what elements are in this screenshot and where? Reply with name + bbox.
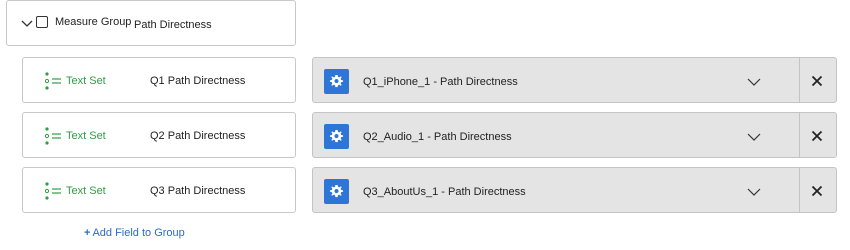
gear-icon [329, 74, 344, 88]
mapping-value: Q2_Audio_1 - Path Directness [363, 131, 512, 143]
close-icon[interactable] [811, 185, 823, 197]
mapping-value: Q1_iPhone_1 - Path Directness [363, 76, 518, 88]
field-row-1[interactable]: Text Set Q1 Path Directness [22, 57, 296, 103]
chevron-down-icon[interactable] [747, 76, 761, 88]
gear-icon [329, 184, 344, 198]
field-type-label: Text Set [66, 185, 106, 197]
chevron-down-icon[interactable] [20, 16, 34, 30]
measure-group-header[interactable]: Measure Group Path Directness [6, 0, 296, 46]
chevron-down-icon[interactable] [747, 186, 761, 198]
group-checkbox[interactable] [36, 16, 48, 28]
mapping-dropdown-1[interactable]: Q1_iPhone_1 - Path Directness [312, 57, 837, 103]
field-row-3[interactable]: Text Set Q3 Path Directness [22, 167, 296, 213]
divider [799, 168, 800, 212]
mapping-dropdown-2[interactable]: Q2_Audio_1 - Path Directness [312, 112, 837, 158]
settings-button[interactable] [324, 124, 349, 149]
group-name: Path Directness [134, 19, 212, 31]
field-type-label: Text Set [66, 130, 106, 142]
gear-icon [329, 129, 344, 143]
mapping-value: Q3_AboutUs_1 - Path Directness [363, 186, 526, 198]
settings-button[interactable] [324, 69, 349, 94]
chevron-down-icon[interactable] [747, 131, 761, 143]
add-field-to-group-link[interactable]: + Add Field to Group [84, 227, 185, 239]
text-set-icon [44, 127, 61, 145]
text-set-icon [44, 72, 61, 90]
field-type-label: Text Set [66, 75, 106, 87]
add-field-label: Add Field to Group [92, 227, 185, 239]
close-icon[interactable] [811, 130, 823, 142]
field-row-2[interactable]: Text Set Q2 Path Directness [22, 112, 296, 158]
field-question: Q1 Path Directness [150, 75, 246, 87]
plus-icon: + [84, 227, 91, 239]
divider [799, 58, 800, 102]
field-question: Q3 Path Directness [150, 185, 246, 197]
close-icon[interactable] [811, 75, 823, 87]
settings-button[interactable] [324, 179, 349, 204]
text-set-icon [44, 182, 61, 200]
mapping-dropdown-3[interactable]: Q3_AboutUs_1 - Path Directness [312, 167, 837, 213]
divider [799, 113, 800, 157]
group-label: Measure Group [55, 16, 132, 28]
field-question: Q2 Path Directness [150, 130, 246, 142]
